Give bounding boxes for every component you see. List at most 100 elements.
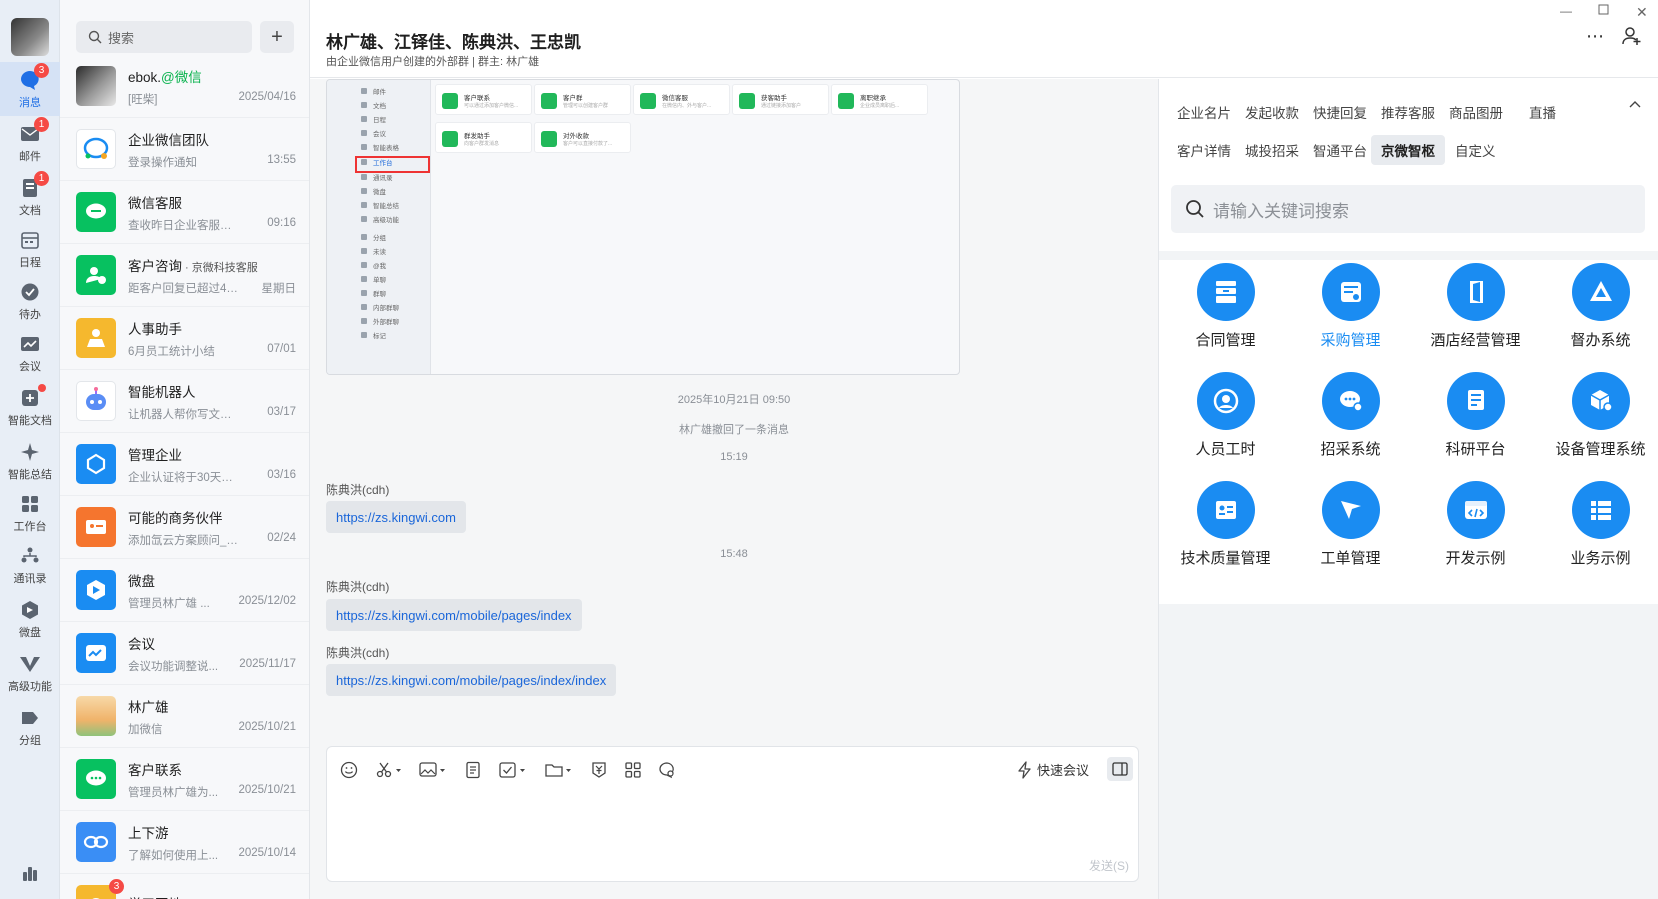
timestamp: 2025年10月21日 09:50 bbox=[677, 394, 791, 406]
notes-icon[interactable] bbox=[459, 759, 487, 781]
app-item[interactable]: 科研平台 bbox=[1413, 372, 1538, 472]
tab-2[interactable]: 发起收款 bbox=[1235, 97, 1309, 127]
conversation-item[interactable]: 智能机器人 让机器人帮你写文档... 03/17 bbox=[60, 370, 309, 433]
rail-item-12[interactable]: 高级功能 bbox=[0, 646, 60, 700]
preview-sidebar-item: 单聊 bbox=[373, 277, 386, 284]
conversation-title: 人事助手 bbox=[128, 321, 182, 337]
rail-item-9[interactable]: 工作台 bbox=[0, 486, 60, 540]
conversation-title: 智能机器人 bbox=[128, 384, 196, 400]
tab-1[interactable]: 企业名片 bbox=[1167, 97, 1241, 127]
app-item[interactable]: 工单管理 bbox=[1288, 481, 1413, 581]
conversation-time: 2025/04/16 bbox=[238, 90, 296, 103]
minimize-icon[interactable]: — bbox=[1560, 4, 1572, 18]
chat-title: 林广雄、江铎佳、陈典洪、王忠凯 bbox=[326, 33, 581, 52]
apps-icon[interactable] bbox=[619, 759, 647, 781]
app-item[interactable]: 开发示例 bbox=[1413, 481, 1538, 581]
conversation-time: 2025/12/02 bbox=[238, 594, 296, 607]
app-item[interactable]: 合同管理 bbox=[1163, 263, 1288, 363]
app-item[interactable]: 业务示例 bbox=[1538, 481, 1658, 581]
folder-icon[interactable] bbox=[541, 759, 577, 781]
add-button[interactable]: + bbox=[260, 21, 294, 53]
more-icon[interactable]: ⋯ bbox=[1586, 26, 1605, 47]
conversation-item[interactable]: 管理企业 企业认证将于30天后... 03/16 bbox=[60, 433, 309, 496]
side-panel-tabs: 企业名片 发起收款 快捷回复 推荐客服 商品图册 直播客户详情 城投招采 智通平台 京微智枢 自定… bbox=[1159, 79, 1658, 169]
rail-item-10[interactable]: 通讯录 bbox=[0, 538, 60, 592]
app-item[interactable]: 采购管理 bbox=[1288, 263, 1413, 363]
tab-5[interactable]: 商品图册 bbox=[1439, 97, 1513, 127]
image-icon[interactable] bbox=[415, 759, 451, 781]
tab-7[interactable]: 客户详情 bbox=[1167, 135, 1241, 165]
tab-4[interactable]: 推荐客服 bbox=[1371, 97, 1445, 127]
message-composer[interactable]: 快速会议 发送(S) bbox=[326, 746, 1139, 882]
tab-9[interactable]: 智通平台 bbox=[1303, 135, 1377, 165]
conversation-item[interactable]: 企业微信团队 登录操作通知 13:55 bbox=[60, 118, 309, 181]
conversation-item[interactable]: 客户联系 管理员林广雄为... 2025/10/21 bbox=[60, 748, 309, 811]
payment-icon[interactable] bbox=[585, 759, 613, 781]
conversation-item[interactable]: 微信客服 查收昨日企业客服数... 09:16 bbox=[60, 181, 309, 244]
rail-item-4[interactable]: 日程 bbox=[0, 222, 60, 276]
app-item[interactable]: 人员工时 bbox=[1163, 372, 1288, 472]
todo-icon[interactable] bbox=[495, 759, 531, 781]
conversation-item[interactable]: 可能的商务伙伴 添加氙云方案顾问_智... 02/24 bbox=[60, 496, 309, 559]
rail-item-11[interactable]: 微盘 bbox=[0, 592, 60, 646]
tab-11[interactable]: 自定义 bbox=[1445, 135, 1506, 165]
app-item[interactable]: 酒店经营管理 bbox=[1413, 263, 1538, 363]
conversation-item[interactable]: 上下游 了解如何使用上... 2025/10/14 bbox=[60, 811, 309, 874]
conversation-time: 2025/10/21 bbox=[238, 720, 296, 733]
screenshot-icon[interactable] bbox=[371, 759, 407, 781]
stats-icon[interactable] bbox=[0, 846, 60, 899]
preview-sidebar-icon bbox=[361, 188, 367, 194]
chevron-up-icon[interactable] bbox=[1629, 95, 1641, 113]
conversation-title: 微盘 bbox=[128, 573, 155, 589]
rail-item-label: 邮件 bbox=[19, 150, 41, 163]
rail-item-13[interactable]: 分组 bbox=[0, 700, 60, 754]
preview-sidebar-item: 微盘 bbox=[373, 189, 386, 196]
chat-history-icon[interactable] bbox=[653, 759, 681, 781]
side-panel-toggle[interactable] bbox=[1107, 757, 1133, 781]
rail-item-1[interactable]: 3 消息 bbox=[0, 62, 60, 116]
chat-bubble-icon: 3 bbox=[19, 62, 49, 91]
conversation-item[interactable]: ebok.@微信 [旺柴] 2025/04/16 bbox=[60, 55, 309, 118]
maximize-icon[interactable] bbox=[1598, 4, 1609, 18]
rail-item-8[interactable]: 智能总结 bbox=[0, 434, 60, 488]
message-link[interactable]: https://zs.kingwi.com/mobile/pages/index… bbox=[326, 664, 617, 696]
rail-item-2[interactable]: 1 邮件 bbox=[0, 116, 60, 170]
message-link[interactable]: https://zs.kingwi.com/mobile/pages/index bbox=[326, 599, 582, 631]
preview-sidebar-icon bbox=[361, 262, 367, 268]
meeting-icon bbox=[19, 333, 41, 355]
tab-3[interactable]: 快捷回复 bbox=[1303, 97, 1377, 127]
app-search-input[interactable]: 请输入关键词搜索 bbox=[1171, 185, 1645, 233]
user-avatar[interactable] bbox=[11, 18, 49, 56]
conversation-item[interactable]: 客户咨询 · 京微科技客服 距客户回复已超过48... 星期日 bbox=[60, 244, 309, 307]
screenshot-message[interactable]: 邮件 文档 日程 会议 智能表格 工作台 通讯录 微盘 智能总结 高级功能 分组 未读 @我 单聊 群聊 内部… bbox=[326, 79, 960, 375]
send-button[interactable]: 发送(S) bbox=[1089, 857, 1129, 874]
rail-item-7[interactable]: 智能文档 bbox=[0, 380, 60, 434]
preview-sidebar-item: 工作台 bbox=[373, 160, 393, 167]
conversation-preview: [旺柴] bbox=[128, 93, 158, 106]
conversation-preview: 会议功能调整说... bbox=[128, 660, 219, 673]
app-item[interactable]: 技术质量管理 bbox=[1163, 481, 1288, 581]
conversation-item[interactable]: 微盘 管理员林广雄 ... 2025/12/02 bbox=[60, 559, 309, 622]
preview-app-card: 微信客服 在微信内、外与客户... bbox=[633, 84, 730, 115]
tab-10[interactable]: 京微智枢 bbox=[1371, 135, 1445, 165]
app-item[interactable]: 招采系统 bbox=[1288, 372, 1413, 472]
conversation-item[interactable]: 3 学习园地 bbox=[60, 874, 309, 899]
close-icon[interactable]: ✕ bbox=[1636, 4, 1648, 21]
emoji-icon[interactable] bbox=[335, 759, 363, 781]
app-item[interactable]: 督办系统 bbox=[1538, 263, 1658, 363]
conversation-item[interactable]: 人事助手 6月员工统计小结 07/01 bbox=[60, 307, 309, 370]
quick-meeting-button[interactable]: 快速会议 bbox=[1017, 760, 1089, 779]
tab-8[interactable]: 城投招采 bbox=[1235, 135, 1309, 165]
app-item[interactable]: 设备管理系统 bbox=[1538, 372, 1658, 472]
rail-item-label: 通讯录 bbox=[13, 572, 47, 585]
message-link[interactable]: https://zs.kingwi.com bbox=[326, 501, 466, 533]
rail-item-3[interactable]: 1 文档 bbox=[0, 170, 60, 224]
add-member-icon[interactable] bbox=[1622, 26, 1642, 51]
conversation-item[interactable]: 会议 会议功能调整说... 2025/11/17 bbox=[60, 622, 309, 685]
lightning-icon bbox=[1018, 760, 1031, 779]
conversation-item[interactable]: 林广雄 加微信 2025/10/21 bbox=[60, 685, 309, 748]
conversation-search[interactable]: 搜索 bbox=[76, 21, 252, 53]
rail-item-5[interactable]: 待办 bbox=[0, 274, 60, 328]
tab-6[interactable]: 直播 bbox=[1519, 97, 1566, 127]
rail-item-6[interactable]: 会议 bbox=[0, 326, 60, 380]
